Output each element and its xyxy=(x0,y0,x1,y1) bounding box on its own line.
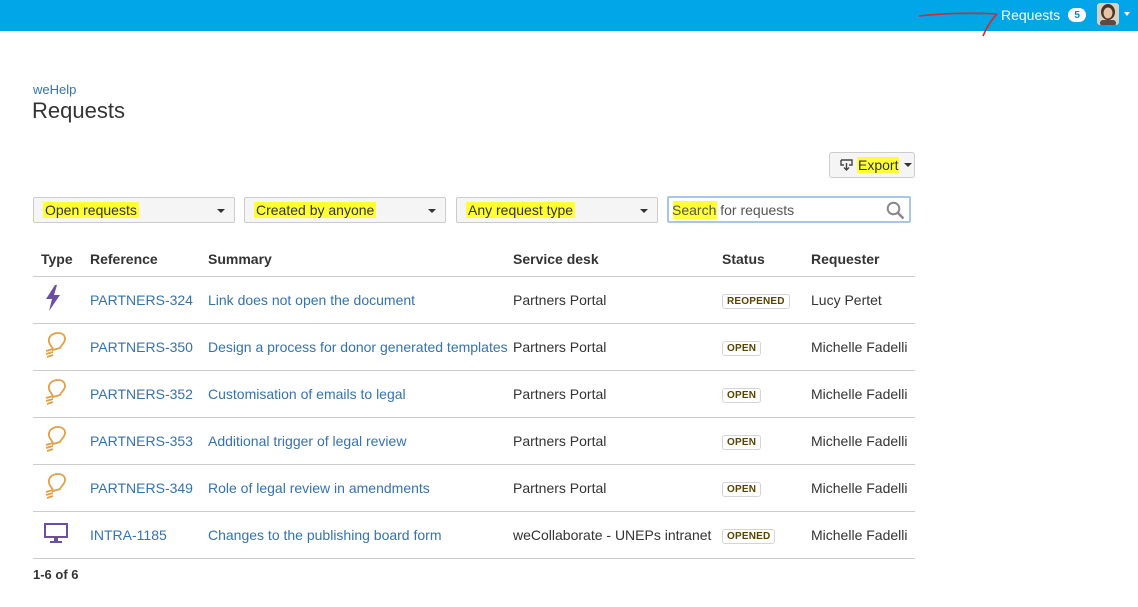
page-title: Requests xyxy=(32,98,125,123)
service-desk-cell: Partners Portal xyxy=(513,323,722,371)
table-row[interactable]: PARTNERS-353 Additional trigger of legal… xyxy=(33,417,915,465)
chevron-down-icon xyxy=(640,209,648,213)
table-row[interactable]: PARTNERS-352 Customisation of emails to … xyxy=(33,370,915,418)
table-row[interactable]: PARTNERS-349 Role of legal review in ame… xyxy=(33,464,915,512)
service-desk-cell: Partners Portal xyxy=(513,276,722,324)
avatar-image xyxy=(1097,3,1119,25)
summary-link[interactable]: Role of legal review in amendments xyxy=(208,480,430,496)
status-badge: OPEN xyxy=(722,434,762,450)
reference-link[interactable]: PARTNERS-350 xyxy=(90,339,193,355)
service-desk-cell: Partners Portal xyxy=(513,417,722,465)
status-badge: REOPENED xyxy=(722,293,790,309)
table-row[interactable]: PARTNERS-324 Link does not open the docu… xyxy=(33,276,915,324)
status-badge: OPENED xyxy=(722,528,776,544)
search-icon[interactable] xyxy=(886,201,905,220)
chevron-down-icon xyxy=(217,209,225,213)
reference-link[interactable]: PARTNERS-353 xyxy=(90,433,193,449)
reference-link[interactable]: PARTNERS-352 xyxy=(90,386,193,402)
summary-link[interactable]: Link does not open the document xyxy=(208,292,415,308)
table-row[interactable]: INTRA-1185 Changes to the publishing boa… xyxy=(33,511,915,559)
status-badge: OPEN xyxy=(722,340,762,356)
chevron-down-icon xyxy=(428,209,436,213)
header-type[interactable]: Type xyxy=(33,243,90,277)
summary-link[interactable]: Changes to the publishing board form xyxy=(208,527,441,543)
lightbulb-icon xyxy=(45,473,66,499)
status-filter-dropdown[interactable]: Open requests xyxy=(33,197,235,223)
summary-link[interactable]: Additional trigger of legal review xyxy=(208,433,406,449)
header-reference[interactable]: Reference xyxy=(90,243,208,277)
service-desk-cell: weCollaborate - UNEPs intranet xyxy=(513,511,722,559)
reference-link[interactable]: PARTNERS-349 xyxy=(90,480,193,496)
header-summary[interactable]: Summary xyxy=(208,243,513,277)
breadcrumb[interactable]: weHelp xyxy=(33,82,76,97)
lightning-icon xyxy=(46,285,60,311)
avatar-menu-caret[interactable] xyxy=(1124,12,1130,16)
creator-filter-value: Created by anyone xyxy=(254,202,377,218)
reference-link[interactable]: PARTNERS-324 xyxy=(90,292,193,308)
pagination-count: 1-6 of 6 xyxy=(33,567,79,582)
lightbulb-icon xyxy=(45,332,66,358)
requester-cell: Michelle Fadelli xyxy=(811,370,915,418)
user-avatar[interactable] xyxy=(1097,3,1119,25)
header-service-desk[interactable]: Service desk xyxy=(513,243,722,277)
type-cell xyxy=(33,464,90,512)
lightbulb-icon xyxy=(45,379,66,405)
top-requests-label: Requests xyxy=(1001,7,1061,23)
type-cell xyxy=(33,370,90,418)
requests-count-badge: 5 xyxy=(1068,8,1087,22)
lightbulb-icon xyxy=(45,426,66,452)
type-cell xyxy=(33,417,90,465)
table-header-row: Type Reference Summary Service desk Stat… xyxy=(33,243,915,277)
status-filter-value: Open requests xyxy=(43,202,139,218)
search-box[interactable] xyxy=(667,196,911,223)
request-type-filter-value: Any request type xyxy=(466,202,576,218)
export-icon xyxy=(840,158,853,171)
chevron-down-icon xyxy=(904,163,913,167)
header-requester[interactable]: Requester xyxy=(811,243,915,277)
requester-cell: Lucy Pertet xyxy=(811,276,915,324)
type-cell xyxy=(33,323,90,371)
requester-cell: Michelle Fadelli xyxy=(811,464,915,512)
search-input[interactable] xyxy=(672,200,882,220)
status-badge: OPEN xyxy=(722,481,762,497)
summary-link[interactable]: Customisation of emails to legal xyxy=(208,386,406,402)
annotation-arrow xyxy=(918,12,998,37)
requests-table: Type Reference Summary Service desk Stat… xyxy=(33,243,915,559)
table-row[interactable]: PARTNERS-350 Design a process for donor … xyxy=(33,323,915,371)
export-button[interactable]: Export xyxy=(829,152,915,178)
requester-cell: Michelle Fadelli xyxy=(811,417,915,465)
top-requests-link[interactable]: Requests 5 xyxy=(1001,5,1087,25)
export-label: Export xyxy=(857,157,900,173)
header-status[interactable]: Status xyxy=(722,243,811,277)
service-desk-cell: Partners Portal xyxy=(513,370,722,418)
service-desk-cell: Partners Portal xyxy=(513,464,722,512)
type-cell xyxy=(33,276,90,324)
summary-link[interactable]: Design a process for donor generated tem… xyxy=(208,339,508,355)
type-cell xyxy=(33,511,90,559)
requester-cell: Michelle Fadelli xyxy=(811,511,915,559)
status-badge: OPEN xyxy=(722,387,762,403)
monitor-icon xyxy=(44,523,68,543)
request-type-filter-dropdown[interactable]: Any request type xyxy=(456,197,658,223)
reference-link[interactable]: INTRA-1185 xyxy=(90,527,167,543)
creator-filter-dropdown[interactable]: Created by anyone xyxy=(244,197,446,223)
requester-cell: Michelle Fadelli xyxy=(811,323,915,371)
